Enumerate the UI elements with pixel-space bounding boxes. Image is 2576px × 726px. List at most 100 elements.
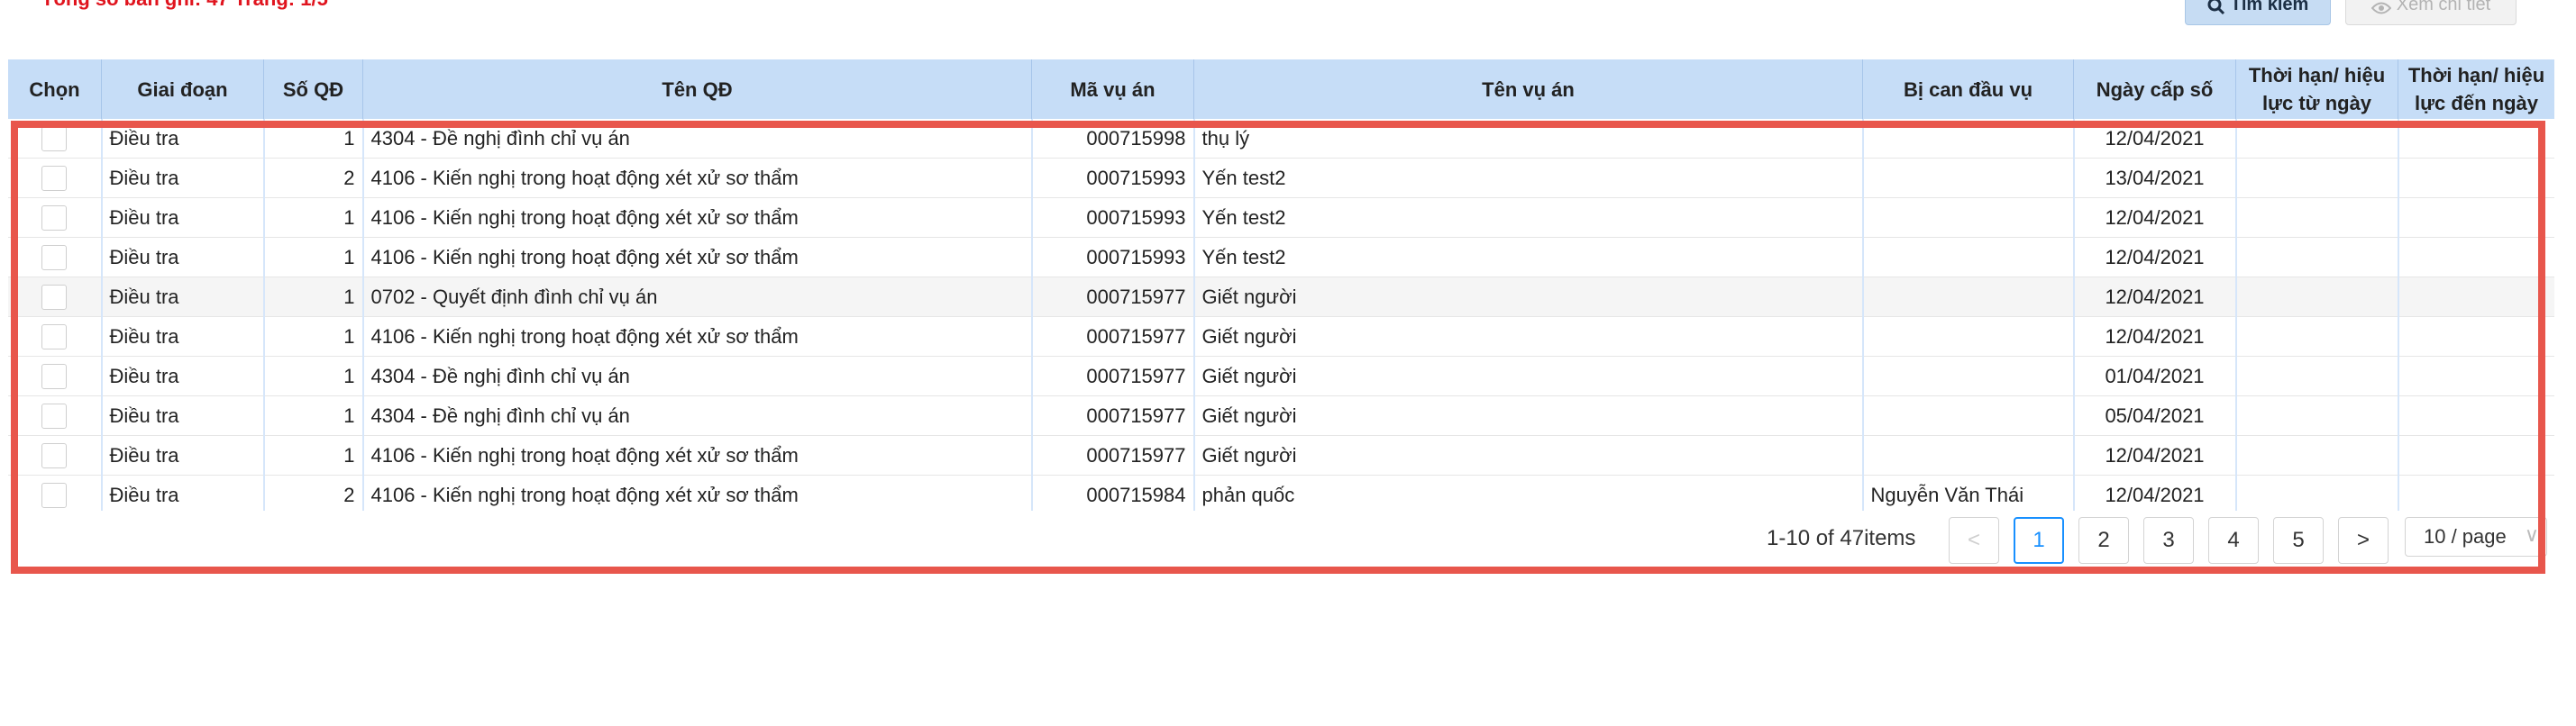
row-checkbox[interactable] bbox=[41, 323, 67, 349]
decision-table: Chọn Giai đoạn Số QĐ Tên QĐ Mã vụ án Tên… bbox=[7, 59, 2554, 511]
view-details-button[interactable]: Xem chi tiết bbox=[2345, 0, 2517, 25]
cell-decision-no: 1 bbox=[263, 395, 364, 436]
cell-decision-name: 4106 - Kiến nghị trong hoạt động xét xử … bbox=[362, 435, 1033, 476]
cell-defendant bbox=[1862, 119, 2075, 159]
table-scroll-area[interactable]: Chọn Giai đoạn Số QĐ Tên QĐ Mã vụ án Tên… bbox=[7, 59, 2554, 511]
table-row[interactable]: Điều tra 2 4106 - Kiến nghị trong hoạt đ… bbox=[7, 475, 2554, 511]
row-checkbox[interactable] bbox=[41, 204, 67, 231]
row-select-cell[interactable] bbox=[7, 435, 103, 476]
table-row[interactable]: Điều tra 1 0702 - Quyết định đình chỉ vụ… bbox=[7, 277, 2554, 317]
cell-decision-no: 1 bbox=[263, 356, 364, 396]
table-row[interactable]: Điều tra 1 4106 - Kiến nghị trong hoạt đ… bbox=[7, 197, 2554, 238]
row-checkbox[interactable] bbox=[41, 482, 67, 508]
cell-valid-to bbox=[2398, 119, 2554, 159]
table-row[interactable]: Điều tra 1 4106 - Kiến nghị trong hoạt đ… bbox=[7, 435, 2554, 476]
table-row[interactable]: Điều tra 1 4304 - Đề nghị đình chỉ vụ án… bbox=[7, 356, 2554, 396]
view-details-label: Xem chi tiết bbox=[2396, 0, 2491, 14]
cell-decision-no: 1 bbox=[263, 237, 364, 277]
table-row[interactable]: Điều tra 1 4304 - Đề nghị đình chỉ vụ án… bbox=[7, 395, 2554, 436]
cell-case-name: Yến test2 bbox=[1193, 158, 1864, 198]
page-4-button[interactable]: 4 bbox=[2208, 517, 2259, 564]
cell-defendant bbox=[1862, 158, 2075, 198]
cell-case-name: Giết người bbox=[1193, 277, 1864, 317]
chevron-down-icon: ∨ bbox=[2524, 523, 2539, 546]
cell-valid-from bbox=[2235, 119, 2399, 159]
cell-case-code: 000715984 bbox=[1031, 475, 1195, 511]
cell-defendant bbox=[1862, 435, 2075, 476]
table-row[interactable]: Điều tra 1 4304 - Đề nghị đình chỉ vụ án… bbox=[7, 119, 2554, 159]
cell-issue-date: 12/04/2021 bbox=[2073, 435, 2237, 476]
page-1-button[interactable]: 1 bbox=[2014, 517, 2064, 564]
row-checkbox[interactable] bbox=[41, 363, 67, 389]
row-checkbox[interactable] bbox=[41, 165, 67, 191]
col-header-select: Chọn bbox=[7, 59, 102, 119]
cell-valid-to bbox=[2398, 197, 2554, 238]
cell-valid-to bbox=[2398, 356, 2554, 396]
page-3-button[interactable]: 3 bbox=[2143, 517, 2194, 564]
cell-case-name: Giết người bbox=[1193, 395, 1864, 436]
cell-case-name: Yến test2 bbox=[1193, 197, 1864, 238]
row-checkbox[interactable] bbox=[41, 442, 67, 468]
col-header-stage: Giai đoạn bbox=[101, 59, 264, 119]
row-checkbox[interactable] bbox=[41, 244, 67, 270]
table-header-row: Chọn Giai đoạn Số QĐ Tên QĐ Mã vụ án Tên… bbox=[7, 59, 2554, 119]
row-select-cell[interactable] bbox=[7, 158, 103, 198]
cell-decision-name: 4106 - Kiến nghị trong hoạt động xét xử … bbox=[362, 316, 1033, 357]
cell-decision-no: 2 bbox=[263, 158, 364, 198]
cell-valid-to bbox=[2398, 395, 2554, 436]
cell-valid-to bbox=[2398, 475, 2554, 511]
col-header-decision-no: Số QĐ bbox=[263, 59, 363, 119]
cell-decision-no: 1 bbox=[263, 277, 364, 317]
row-select-cell[interactable] bbox=[7, 119, 103, 159]
page-5-button[interactable]: 5 bbox=[2273, 517, 2324, 564]
next-page-button[interactable]: > bbox=[2338, 517, 2389, 564]
cell-decision-name: 4106 - Kiến nghị trong hoạt động xét xử … bbox=[362, 237, 1033, 277]
cell-issue-date: 12/04/2021 bbox=[2073, 316, 2237, 357]
cell-valid-from bbox=[2235, 435, 2399, 476]
cell-stage: Điều tra bbox=[101, 475, 265, 511]
search-button-label: Tìm kiếm bbox=[2230, 0, 2309, 14]
col-header-decision-name: Tên QĐ bbox=[362, 59, 1032, 119]
cell-case-code: 000715977 bbox=[1031, 316, 1195, 357]
table-row[interactable]: Điều tra 1 4106 - Kiến nghị trong hoạt đ… bbox=[7, 237, 2554, 277]
row-checkbox[interactable] bbox=[41, 125, 67, 151]
cell-defendant: Nguyễn Văn Thái bbox=[1862, 475, 2075, 511]
row-select-cell[interactable] bbox=[7, 356, 103, 396]
eye-icon bbox=[2370, 2, 2391, 14]
row-select-cell[interactable] bbox=[7, 197, 103, 238]
cell-defendant bbox=[1862, 395, 2075, 436]
cell-issue-date: 05/04/2021 bbox=[2073, 395, 2237, 436]
page-2-button[interactable]: 2 bbox=[2078, 517, 2129, 564]
row-select-cell[interactable] bbox=[7, 316, 103, 357]
col-header-case-name: Tên vụ án bbox=[1193, 59, 1863, 119]
table-body: Điều tra 1 4304 - Đề nghị đình chỉ vụ án… bbox=[7, 119, 2554, 511]
row-select-cell[interactable] bbox=[7, 277, 103, 317]
cell-case-code: 000715993 bbox=[1031, 237, 1195, 277]
cell-valid-from bbox=[2235, 277, 2399, 317]
prev-page-button[interactable]: < bbox=[1949, 517, 1999, 564]
row-select-cell[interactable] bbox=[7, 395, 103, 436]
cell-defendant bbox=[1862, 277, 2075, 317]
cell-issue-date: 12/04/2021 bbox=[2073, 119, 2237, 159]
table-row[interactable]: Điều tra 2 4106 - Kiến nghị trong hoạt đ… bbox=[7, 158, 2554, 198]
cell-issue-date: 12/04/2021 bbox=[2073, 277, 2237, 317]
cell-decision-name: 4106 - Kiến nghị trong hoạt động xét xử … bbox=[362, 197, 1033, 238]
pagination-info: 1-10 of 47items bbox=[1767, 526, 1916, 550]
row-checkbox[interactable] bbox=[41, 403, 67, 429]
page-size-select[interactable]: 10 / page ∨ bbox=[2405, 517, 2547, 557]
cell-valid-from bbox=[2235, 316, 2399, 357]
cell-stage: Điều tra bbox=[101, 237, 265, 277]
cell-case-code: 000715977 bbox=[1031, 395, 1195, 436]
table-row[interactable]: Điều tra 1 4106 - Kiến nghị trong hoạt đ… bbox=[7, 316, 2554, 357]
cell-decision-no: 1 bbox=[263, 316, 364, 357]
cell-stage: Điều tra bbox=[101, 158, 265, 198]
row-select-cell[interactable] bbox=[7, 237, 103, 277]
cell-defendant bbox=[1862, 237, 2075, 277]
search-button[interactable]: Tìm kiếm bbox=[2185, 0, 2331, 25]
row-select-cell[interactable] bbox=[7, 475, 103, 511]
cell-issue-date: 13/04/2021 bbox=[2073, 158, 2237, 198]
row-checkbox[interactable] bbox=[41, 284, 67, 310]
cell-case-name: Yến test2 bbox=[1193, 237, 1864, 277]
col-header-case-code: Mã vụ án bbox=[1031, 59, 1194, 119]
cell-case-name: phản quốc bbox=[1193, 475, 1864, 511]
